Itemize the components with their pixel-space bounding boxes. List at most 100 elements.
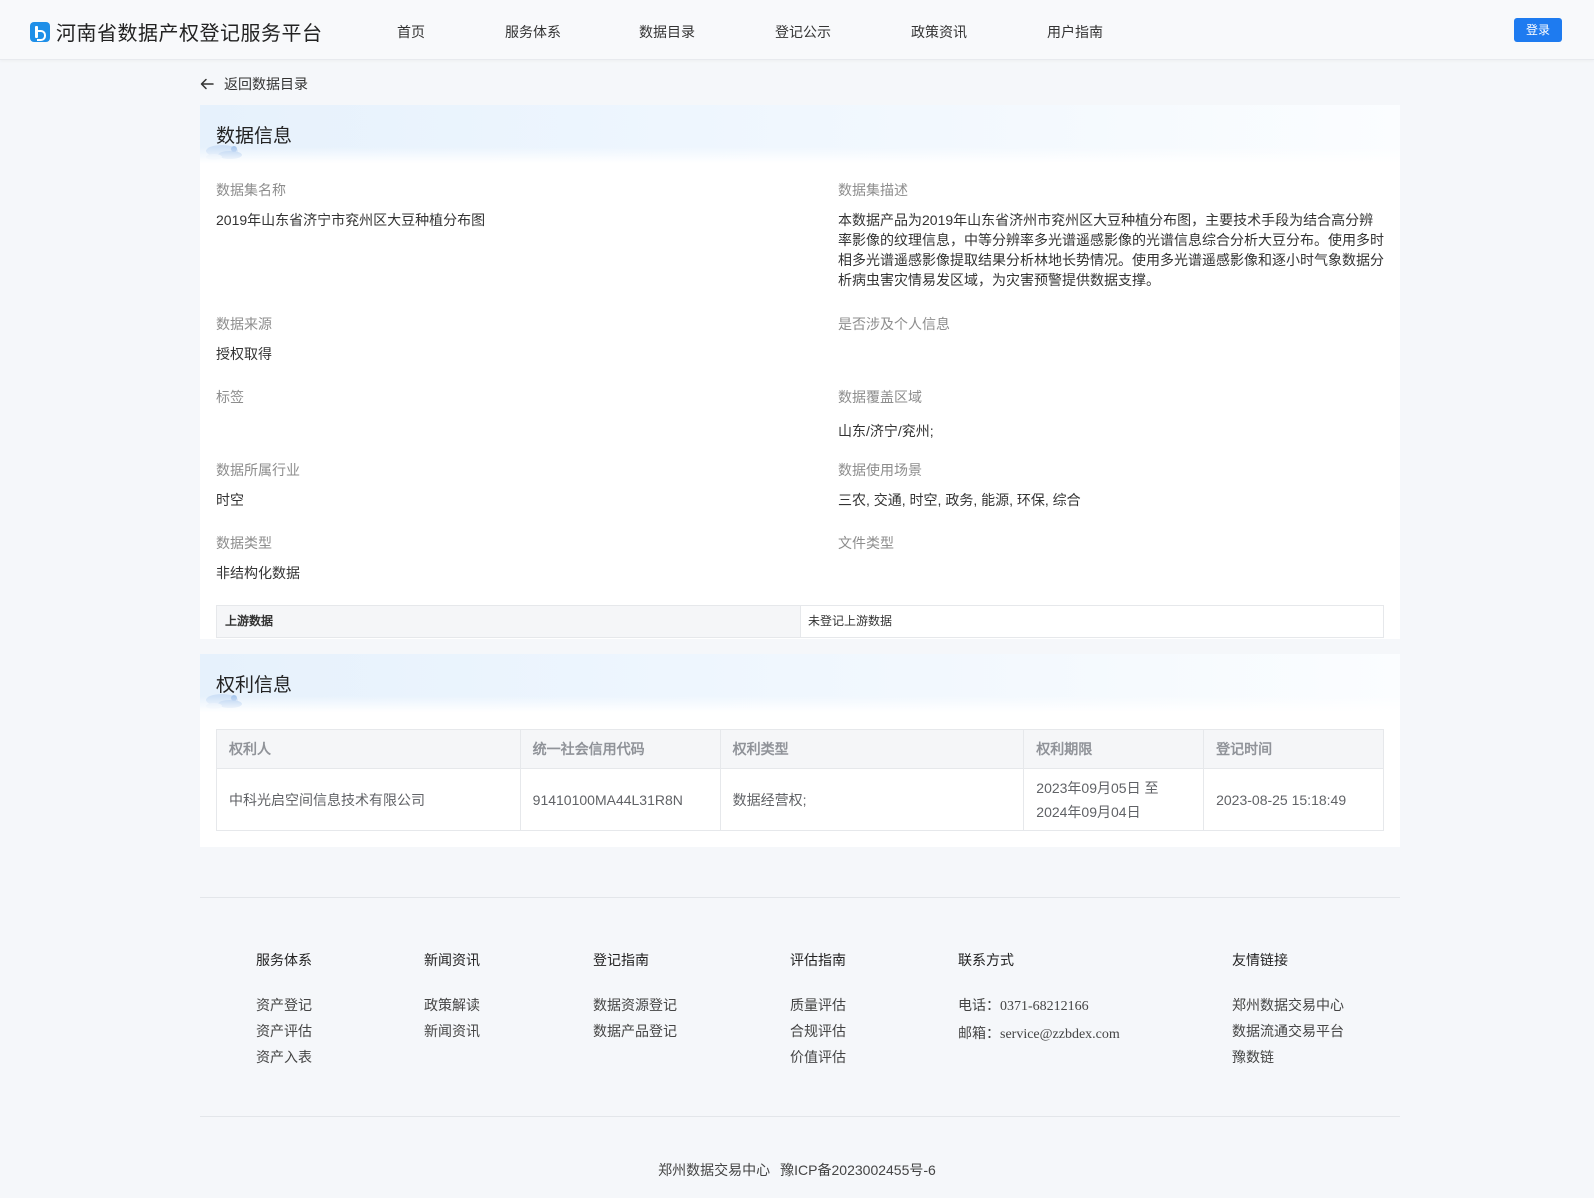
period-end: 2024年09月04日 xyxy=(1036,803,1141,820)
nav-registration-notice[interactable]: 登记公示 xyxy=(775,22,831,42)
field-file-type: 文件类型 xyxy=(838,533,1386,563)
email-address[interactable]: service@zzbdex.com xyxy=(1000,1027,1120,1042)
footer-link-policy-interpretation[interactable]: 政策解读 xyxy=(424,992,480,1018)
field-industry: 数据所属行业 时空 xyxy=(216,460,776,510)
rights-info-card: 权利信息 权利人 统一社会信用代码 权利类型 权利期限 登记时间 中科光启空间信… xyxy=(200,654,1400,847)
site-logo[interactable]: 河南省数据产权登记服务平台 xyxy=(30,17,323,46)
footer-link-asset-evaluation[interactable]: 资产评估 xyxy=(256,1018,312,1044)
footer-col-title: 登记指南 xyxy=(593,952,649,968)
column-header: 统一社会信用代码 xyxy=(519,729,721,769)
column-header: 权利期限 xyxy=(1023,729,1205,769)
footer-org: 郑州数据交易中心 xyxy=(658,1162,771,1178)
field-value: 时空 xyxy=(216,492,244,508)
back-to-catalog-link[interactable]: 返回数据目录 xyxy=(200,74,308,94)
table-row: 中科光启空间信息技术有限公司 91410100MA44L31R8N 数据经营权;… xyxy=(216,768,1384,831)
field-label: 数据覆盖区域 xyxy=(838,389,922,405)
field-coverage-region: 数据覆盖区域 山东/济宁/兖州; xyxy=(838,387,1386,441)
column-header: 权利类型 xyxy=(719,729,1025,769)
upstream-data-row: 上游数据 未登记上游数据 xyxy=(216,605,1384,638)
footer-col-title: 联系方式 xyxy=(958,952,1014,968)
login-button[interactable]: 登录 xyxy=(1514,18,1562,42)
footer-icp[interactable]: 豫ICP备2023002455号-6 xyxy=(780,1162,936,1178)
field-value: 非结构化数据 xyxy=(216,565,300,581)
site-title: 河南省数据产权登记服务平台 xyxy=(56,23,323,45)
field-value: 三农, 交通, 时空, 政务, 能源, 环保, 综合 xyxy=(838,492,1081,508)
field-value: 山东/济宁/兖州; xyxy=(838,423,934,439)
field-label: 数据使用场景 xyxy=(838,462,922,478)
field-dataset-name: 数据集名称 2019年山东省济宁市兖州区大豆种植分布图 xyxy=(216,180,776,230)
field-label: 数据所属行业 xyxy=(216,462,300,478)
rights-table: 权利人 统一社会信用代码 权利类型 权利期限 登记时间 中科光启空间信息技术有限… xyxy=(216,729,1384,831)
rights-info-title: 权利信息 xyxy=(216,675,293,696)
footer-divider-top xyxy=(200,897,1400,898)
field-label: 标签 xyxy=(216,389,244,405)
contact-phone: 电话：0371-68212166 xyxy=(958,992,1120,1020)
field-label: 是否涉及个人信息 xyxy=(838,316,950,332)
table-header-row: 权利人 统一社会信用代码 权利类型 权利期限 登记时间 xyxy=(216,729,1384,769)
footer-link-asset-booking[interactable]: 资产入表 xyxy=(256,1044,312,1070)
nav-user-guide[interactable]: 用户指南 xyxy=(1047,22,1103,42)
upstream-value: 未登记上游数据 xyxy=(808,614,893,628)
footer-col-title: 服务体系 xyxy=(256,952,312,968)
nav-home[interactable]: 首页 xyxy=(397,22,425,42)
credit-code: 91410100MA44L31R8N xyxy=(519,768,721,831)
footer-link-data-resource-registration[interactable]: 数据资源登记 xyxy=(593,992,677,1018)
footer-col-title: 友情链接 xyxy=(1232,952,1288,968)
footer-col-contact: 联系方式 电话：0371-68212166 邮箱：service@zzbdex.… xyxy=(958,950,1120,1048)
footer-link-value-evaluation[interactable]: 价值评估 xyxy=(790,1044,846,1070)
field-value: 本数据产品为2019年山东省济州市兖州区大豆种植分布图，主要技术手段为结合高分辨… xyxy=(838,212,1384,288)
field-personal-info: 是否涉及个人信息 xyxy=(838,314,1386,344)
field-value: 2019年山东省济宁市兖州区大豆种植分布图 xyxy=(216,212,486,228)
footer-link-asset-registration[interactable]: 资产登记 xyxy=(256,992,312,1018)
rights-info-header: 权利信息 xyxy=(200,654,1400,712)
data-info-card: 数据信息 数据集名称 2019年山东省济宁市兖州区大豆种植分布图 数据集描述 本… xyxy=(200,105,1400,639)
registered-time: 2023-08-25 15:18:49 xyxy=(1203,768,1384,831)
rights-holder: 中科光启空间信息技术有限公司 xyxy=(216,768,521,831)
field-label: 数据来源 xyxy=(216,316,272,332)
field-label: 数据集描述 xyxy=(838,182,908,198)
phone-label: 电话： xyxy=(958,997,1000,1013)
field-dataset-description: 数据集描述 本数据产品为2019年山东省济州市兖州区大豆种植分布图，主要技术手段… xyxy=(838,180,1386,290)
footer-col-title: 新闻资讯 xyxy=(424,952,480,968)
data-info-header: 数据信息 xyxy=(200,105,1400,163)
footer-copyright: 郑州数据交易中心 豫ICP备2023002455号-6 xyxy=(0,1160,1594,1180)
top-header: 河南省数据产权登记服务平台 首页 服务体系 数据目录 登记公示 政策资讯 用户指… xyxy=(0,0,1594,60)
field-data-type: 数据类型 非结构化数据 xyxy=(216,533,776,583)
upstream-label: 上游数据 xyxy=(217,606,801,637)
footer-col-evaluation-guide: 评估指南 质量评估 合规评估 价值评估 xyxy=(790,950,846,1070)
data-info-title: 数据信息 xyxy=(216,126,293,147)
footer-col-friend-links: 友情链接 郑州数据交易中心 数据流通交易平台 豫数链 xyxy=(1232,950,1344,1070)
nav-data-catalog[interactable]: 数据目录 xyxy=(639,22,695,42)
field-label: 文件类型 xyxy=(838,535,894,551)
footer-link-zhengzhou-data-exchange[interactable]: 郑州数据交易中心 xyxy=(1232,992,1344,1018)
footer-link-quality-evaluation[interactable]: 质量评估 xyxy=(790,992,846,1018)
arrow-left-icon xyxy=(200,78,214,90)
footer-link-news[interactable]: 新闻资讯 xyxy=(424,1018,480,1044)
footer-link-yushulian[interactable]: 豫数链 xyxy=(1232,1044,1344,1070)
field-tags: 标签 xyxy=(216,387,776,417)
logo-icon xyxy=(30,21,50,42)
field-label: 数据集名称 xyxy=(216,182,286,198)
back-label: 返回数据目录 xyxy=(224,76,308,92)
field-data-source: 数据来源 授权取得 xyxy=(216,314,776,364)
column-header: 权利人 xyxy=(216,729,521,769)
footer-link-compliance-evaluation[interactable]: 合规评估 xyxy=(790,1018,846,1044)
footer-col-news: 新闻资讯 政策解读 新闻资讯 xyxy=(424,950,480,1044)
nav-policy-news[interactable]: 政策资讯 xyxy=(911,22,967,42)
right-type: 数据经营权; xyxy=(719,768,1025,831)
field-value: 授权取得 xyxy=(216,346,272,362)
column-header: 登记时间 xyxy=(1203,729,1384,769)
footer-divider-bottom xyxy=(200,1116,1400,1117)
footer-col-title: 评估指南 xyxy=(790,952,846,968)
footer-link-data-product-registration[interactable]: 数据产品登记 xyxy=(593,1018,677,1044)
footer-col-service: 服务体系 资产登记 资产评估 资产入表 xyxy=(256,950,312,1070)
field-usage-scenario: 数据使用场景 三农, 交通, 时空, 政务, 能源, 环保, 综合 xyxy=(838,460,1386,510)
email-label: 邮箱： xyxy=(958,1025,1000,1041)
footer-link-data-circulation-platform[interactable]: 数据流通交易平台 xyxy=(1232,1018,1344,1044)
right-period: 2023年09月05日 至 2024年09月04日 xyxy=(1023,768,1205,831)
footer-col-registration-guide: 登记指南 数据资源登记 数据产品登记 xyxy=(593,950,677,1044)
period-start: 2023年09月05日 至 xyxy=(1036,779,1159,796)
nav-service-system[interactable]: 服务体系 xyxy=(505,22,561,42)
contact-email: 邮箱：service@zzbdex.com xyxy=(958,1020,1120,1048)
field-label: 数据类型 xyxy=(216,535,272,551)
